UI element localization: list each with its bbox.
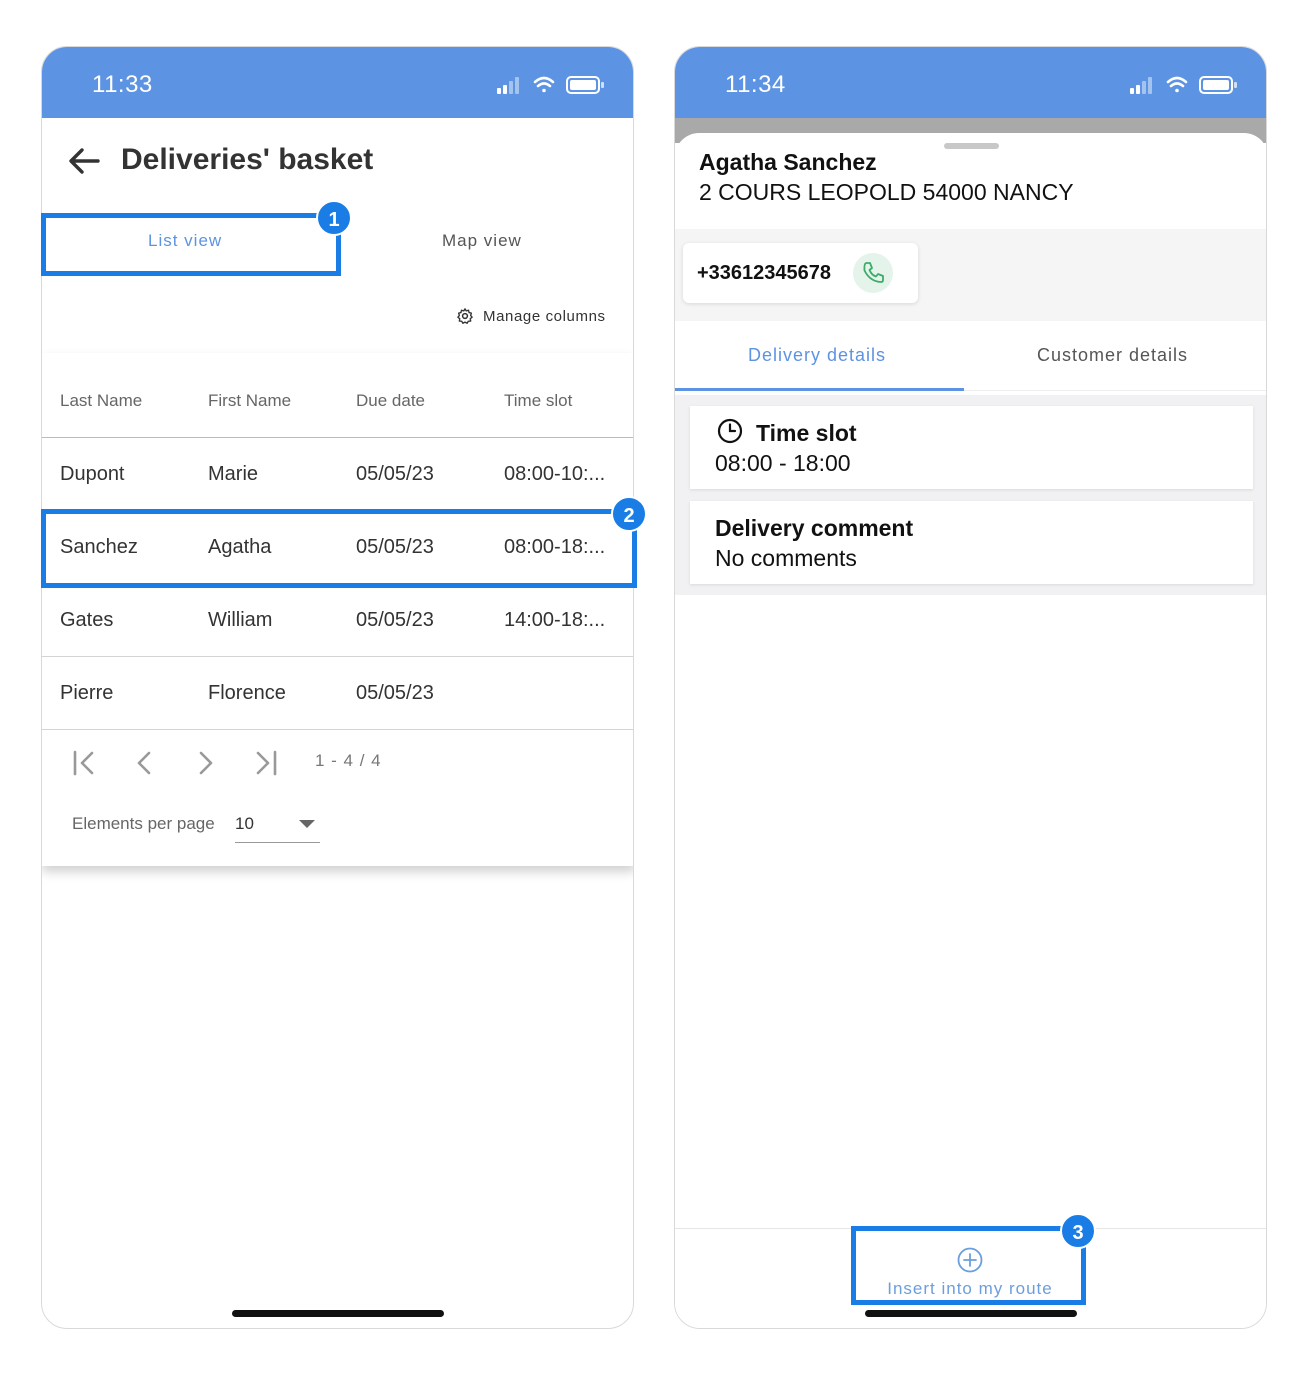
table-row[interactable]: Pierre Florence 05/05/23: [42, 657, 633, 730]
cell-last-name: Gates: [60, 609, 114, 631]
elements-per-page-value: 10: [235, 814, 254, 833]
column-header-last-name[interactable]: Last Name: [60, 391, 142, 411]
signal-icon: [1130, 77, 1152, 94]
battery-icon: [566, 76, 604, 94]
customer-name: Agatha Sanchez: [699, 149, 877, 175]
gear-icon: [457, 308, 473, 324]
delivery-comment-value: No comments: [715, 545, 857, 571]
step-badge: 1: [316, 200, 352, 236]
status-bar: 11:33: [42, 47, 633, 118]
step-badge: 3: [1060, 1213, 1096, 1249]
elements-per-page-label: Elements per page: [72, 814, 215, 833]
active-tab-indicator: [675, 388, 964, 391]
customer-address: 2 COURS LEOPOLD 54000 NANCY: [699, 179, 1074, 205]
highlight-insert-button: [851, 1226, 1086, 1305]
battery-icon: [1199, 76, 1237, 94]
cell-time-slot: 08:00-10:...: [504, 463, 606, 485]
delivery-bottom-sheet: Agatha Sanchez 2 COURS LEOPOLD 54000 NAN…: [675, 133, 1266, 1328]
column-header-first-name[interactable]: First Name: [208, 391, 291, 411]
previous-page-icon[interactable]: [130, 748, 160, 778]
cell-first-name: Florence: [208, 682, 286, 704]
last-page-icon[interactable]: [250, 748, 280, 778]
time-slot-value: 08:00 - 18:00: [715, 450, 851, 476]
column-header-due-date[interactable]: Due date: [356, 391, 425, 411]
page-title: Deliveries' basket: [121, 143, 374, 176]
row-divider: [42, 729, 633, 730]
tab-map-view[interactable]: Map view: [442, 231, 522, 251]
pagination-range: 1 - 4 / 4: [315, 751, 382, 770]
cell-first-name: William: [208, 609, 273, 631]
status-time: 11:34: [725, 71, 786, 98]
delivery-comment-card: Delivery comment No comments: [690, 501, 1253, 584]
table-row[interactable]: Dupont Marie 05/05/23 08:00-10:...: [42, 438, 633, 511]
manage-columns-button[interactable]: Manage columns: [456, 307, 606, 325]
step-badge: 2: [611, 496, 647, 532]
phone-number: +33612345678: [697, 262, 832, 284]
phone-icon: [863, 262, 884, 283]
drag-handle[interactable]: [944, 143, 999, 149]
cell-due-date: 05/05/23: [356, 463, 434, 485]
elements-per-page-select[interactable]: 10: [235, 809, 320, 843]
deliveries-table: Last Name First Name Due date Time slot …: [42, 353, 633, 866]
dropdown-caret-icon: [299, 820, 315, 828]
home-indicator: [232, 1310, 444, 1317]
wifi-icon: [533, 76, 555, 93]
time-slot-card: Time slot 08:00 - 18:00: [690, 406, 1253, 489]
column-header-time-slot[interactable]: Time slot: [504, 391, 572, 411]
cell-last-name: Dupont: [60, 463, 125, 485]
time-slot-title: Time slot: [756, 420, 857, 446]
wifi-icon: [1166, 76, 1188, 93]
status-icons: [1130, 76, 1237, 94]
cell-due-date: 05/05/23: [356, 682, 434, 704]
tab-customer-details[interactable]: Customer details: [1037, 345, 1188, 366]
cell-due-date: 05/05/23: [356, 609, 434, 631]
clock-icon: [717, 418, 743, 444]
status-icons: [497, 76, 604, 94]
phone-chip[interactable]: +33612345678: [683, 243, 918, 303]
highlight-list-view-tab: [41, 213, 341, 276]
signal-icon: [497, 77, 519, 94]
highlight-selected-row: [41, 509, 637, 588]
cell-last-name: Pierre: [60, 682, 114, 704]
status-bar: 11:34: [675, 47, 1266, 118]
delivery-comment-title: Delivery comment: [715, 515, 914, 541]
cell-first-name: Marie: [208, 463, 259, 485]
first-page-icon[interactable]: [70, 748, 100, 778]
tab-delivery-details[interactable]: Delivery details: [748, 345, 886, 366]
next-page-icon[interactable]: [190, 748, 220, 778]
cell-time-slot: 14:00-18:...: [504, 609, 606, 631]
manage-columns-label: Manage columns: [483, 307, 606, 325]
back-arrow-icon[interactable]: [66, 145, 102, 177]
phone-screen-delivery-details: 11:34 Agatha Sanchez 2 COURS LEOPOLD 540…: [674, 46, 1267, 1329]
home-indicator: [865, 1310, 1077, 1317]
status-time: 11:33: [92, 71, 153, 98]
table-row[interactable]: Gates William 05/05/23 14:00-18:...: [42, 584, 633, 657]
call-button[interactable]: [853, 253, 893, 293]
